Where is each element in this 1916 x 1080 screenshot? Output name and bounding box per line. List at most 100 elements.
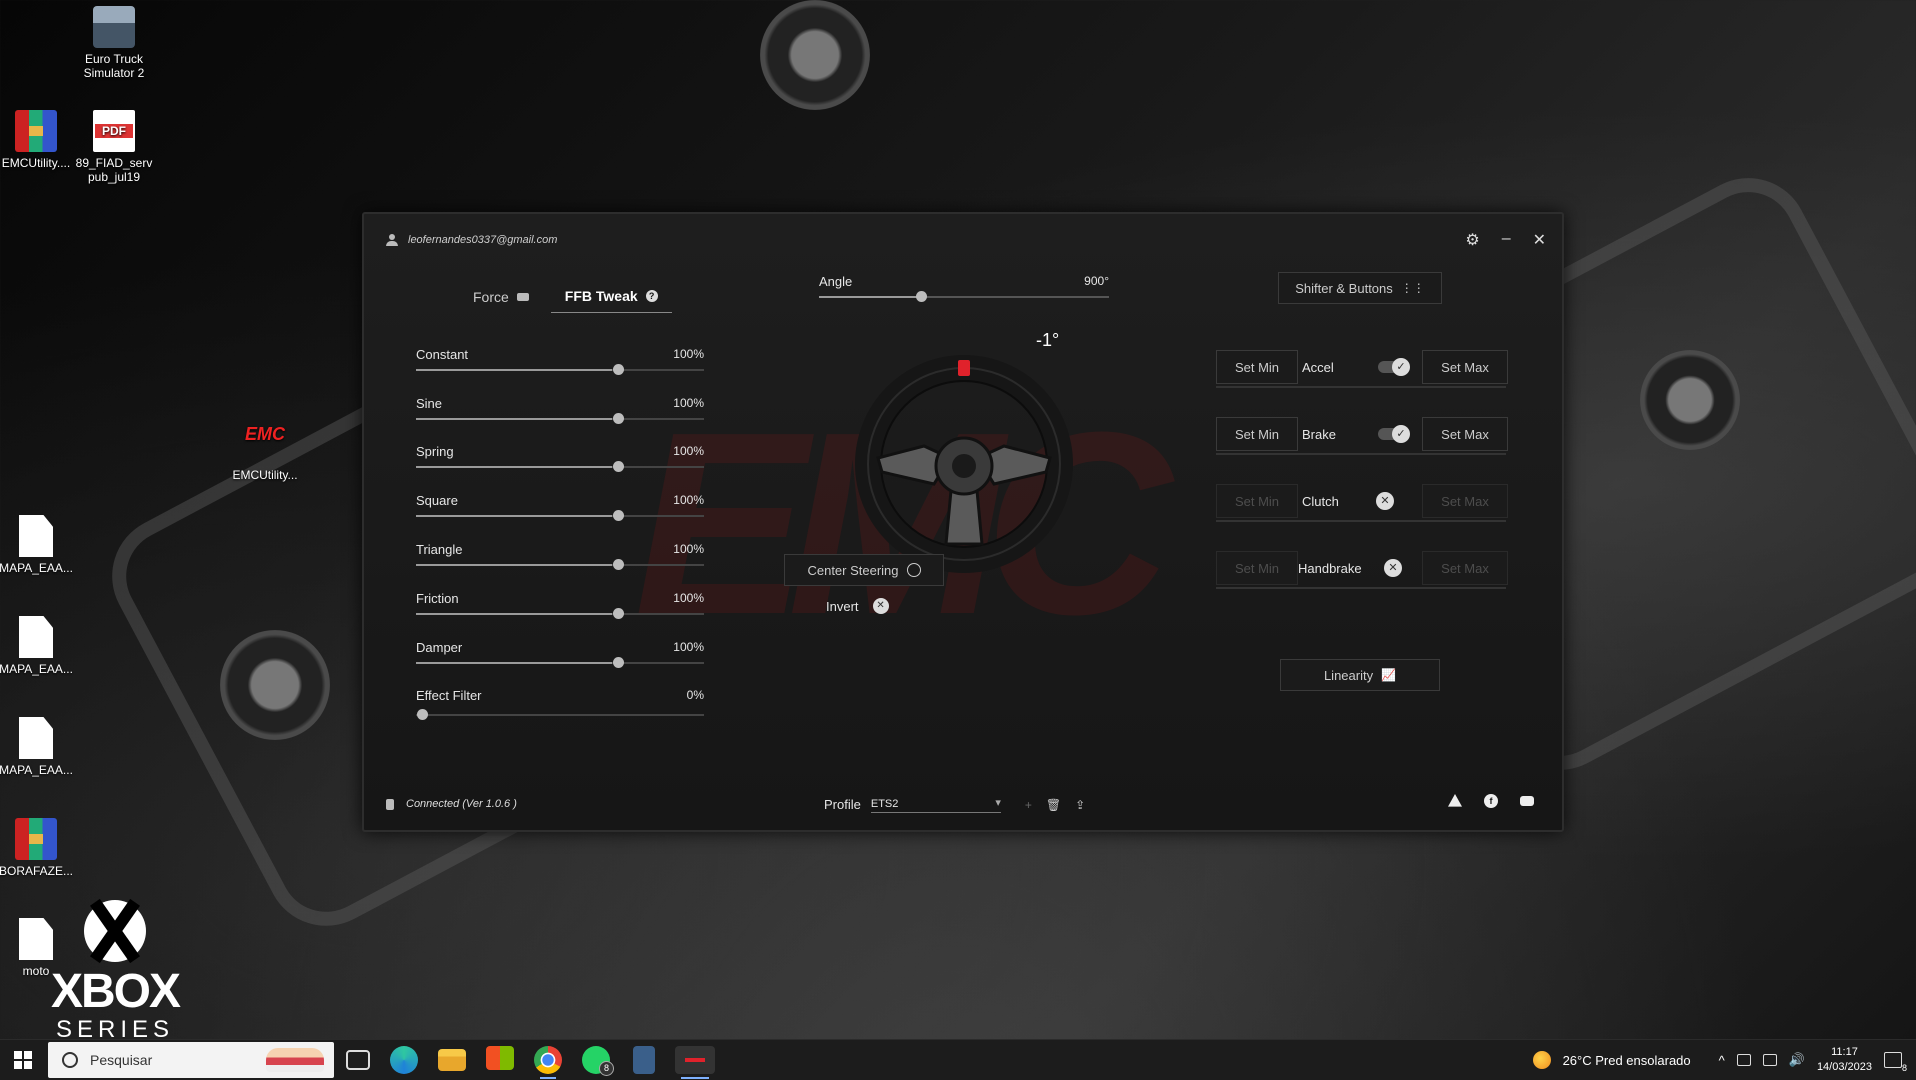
chrome-icon[interactable] bbox=[534, 1046, 562, 1079]
store-icon[interactable] bbox=[486, 1046, 514, 1070]
steering-wheel-icon bbox=[855, 355, 1073, 573]
desktop-icon-ets2[interactable]: Euro Truck Simulator 2 bbox=[74, 6, 154, 80]
slider-sine: Sine 100% bbox=[416, 396, 704, 436]
trash-icon[interactable]: 🗑 bbox=[1046, 798, 1061, 812]
slider-track[interactable] bbox=[416, 608, 704, 619]
desktop-icon-pdf[interactable]: PDF 89_FIAD_serv pub_jul19 bbox=[74, 110, 154, 184]
brake-set-max-button[interactable]: Set Max bbox=[1422, 417, 1508, 451]
slider-thumb[interactable] bbox=[612, 657, 624, 668]
desktop-icon-emcutility-archive[interactable]: EMCUtility.... bbox=[0, 110, 76, 170]
slider-track[interactable] bbox=[416, 364, 704, 375]
connection-status: Connected (Ver 1.0.6 ) bbox=[386, 798, 517, 810]
profile-bar: Profile ETS2 + 🗑 ⇪ bbox=[824, 796, 1085, 813]
minimize-button[interactable]: – bbox=[1502, 230, 1511, 250]
truck-icon bbox=[93, 6, 135, 48]
center-steering-button[interactable]: Center Steering bbox=[784, 554, 944, 586]
xbox-logo-icon bbox=[84, 900, 146, 962]
file-icon bbox=[19, 717, 53, 759]
emc-logo-icon: EMC bbox=[245, 424, 285, 444]
handbrake-set-min-button[interactable]: Set Min bbox=[1216, 551, 1298, 585]
slider-track[interactable] bbox=[416, 657, 704, 668]
user-account: leofernandes0337@gmail.com bbox=[386, 234, 557, 246]
taskbar-apps: 8 bbox=[346, 1046, 715, 1079]
camera-icon[interactable] bbox=[1736, 1054, 1751, 1066]
task-view-icon[interactable] bbox=[346, 1050, 370, 1070]
pedal-row-accel: Set Min Accel ✓ Set Max bbox=[1216, 350, 1508, 388]
handbrake-toggle[interactable]: ✕ bbox=[1384, 559, 1414, 577]
close-icon: ✕ bbox=[1384, 559, 1402, 577]
slider-thumb[interactable] bbox=[612, 461, 624, 472]
accel-set-min-button[interactable]: Set Min bbox=[1216, 350, 1298, 384]
chevron-up-icon[interactable]: ^ bbox=[1719, 1053, 1725, 1068]
handbrake-set-max-button[interactable]: Set Max bbox=[1422, 551, 1508, 585]
desktop-icon-emcutility-shortcut[interactable]: EMC EMCUtility... bbox=[225, 422, 305, 482]
youtube-icon[interactable] bbox=[1520, 796, 1534, 806]
slider-track[interactable] bbox=[416, 461, 704, 472]
desktop-icon-label: Euro Truck Simulator 2 bbox=[83, 52, 145, 80]
desktop-icon-mapa-1[interactable]: MAPA_EAA... bbox=[0, 515, 76, 575]
shifter-buttons-button[interactable]: Shifter & Buttons ⋮⋮ bbox=[1278, 272, 1442, 304]
whatsapp-icon[interactable]: 8 bbox=[582, 1046, 614, 1076]
gear-icon[interactable]: ⚙ bbox=[1465, 230, 1479, 250]
emc-utility-taskbar-icon[interactable] bbox=[675, 1046, 715, 1079]
desktop-icon-label: BORAFAZE... bbox=[0, 864, 73, 878]
facebook-icon[interactable]: f bbox=[1484, 794, 1498, 808]
slider-thumb[interactable] bbox=[416, 709, 428, 720]
whatsapp-badge: 8 bbox=[599, 1061, 614, 1076]
tab-force[interactable]: Force bbox=[459, 280, 543, 313]
wallpaper-knob bbox=[220, 630, 330, 740]
linearity-button[interactable]: Linearity 📈 bbox=[1280, 659, 1440, 691]
slider-thumb[interactable] bbox=[612, 559, 624, 570]
clock[interactable]: 11:17 14/03/2023 bbox=[1817, 1045, 1872, 1075]
center-steering-icon bbox=[906, 563, 921, 577]
desktop-icon-label: MAPA_EAA... bbox=[0, 561, 73, 575]
grid-icon: ⋮⋮ bbox=[1400, 281, 1425, 295]
weather-text[interactable]: 26°C Pred ensolarado bbox=[1563, 1053, 1691, 1068]
network-icon[interactable] bbox=[1762, 1054, 1777, 1066]
brake-toggle[interactable]: ✓ bbox=[1378, 425, 1410, 443]
tab-ffb-tweak[interactable]: FFB Tweak ? bbox=[550, 280, 672, 313]
slider-thumb[interactable] bbox=[915, 291, 927, 302]
desktop-icon-label: 89_FIAD_serv pub_jul19 bbox=[75, 156, 153, 184]
add-icon[interactable]: + bbox=[1025, 798, 1032, 812]
emc-utility-window: EMC leofernandes0337@gmail.com ⚙ – ✕ For… bbox=[362, 212, 1564, 832]
clutch-set-max-button[interactable]: Set Max bbox=[1422, 484, 1508, 518]
system-tray: 26°C Pred ensolarado ^ 🔊 11:17 14/03/202… bbox=[1532, 1040, 1907, 1080]
desktop-icon-mapa-2[interactable]: MAPA_EAA... bbox=[0, 616, 76, 676]
motor-icon bbox=[516, 292, 529, 301]
calculator-icon[interactable] bbox=[633, 1046, 655, 1074]
steering-degrees: -1° bbox=[1036, 330, 1060, 350]
slider-constant: Constant 100% bbox=[416, 347, 704, 387]
invert-toggle[interactable]: ✕ bbox=[872, 598, 889, 614]
slider-track[interactable] bbox=[416, 559, 704, 570]
desktop-icon-borafaze[interactable]: BORAFAZE... bbox=[0, 818, 76, 878]
slider-track[interactable] bbox=[416, 510, 704, 521]
taskbar: Pesquisar 8 26°C Pred ensolarado ^ 🔊 11:… bbox=[0, 1039, 1916, 1080]
taskbar-search[interactable]: Pesquisar bbox=[48, 1042, 334, 1078]
notification-icon[interactable]: 8 bbox=[1884, 1052, 1907, 1073]
slider-track[interactable] bbox=[416, 709, 704, 720]
accel-toggle[interactable]: ✓ bbox=[1378, 358, 1410, 376]
drive-icon[interactable] bbox=[1448, 794, 1462, 807]
slider-track[interactable] bbox=[416, 413, 704, 424]
slider-damper: Damper 100% bbox=[416, 640, 704, 680]
slider-thumb[interactable] bbox=[612, 510, 624, 521]
slider-track[interactable] bbox=[819, 291, 1109, 302]
slider-square: Square 100% bbox=[416, 493, 704, 533]
file-explorer-icon[interactable] bbox=[438, 1049, 466, 1071]
accel-set-max-button[interactable]: Set Max bbox=[1422, 350, 1508, 384]
slider-thumb[interactable] bbox=[612, 413, 624, 424]
volume-icon[interactable]: 🔊 bbox=[1789, 1052, 1805, 1068]
desktop-icon-mapa-3[interactable]: MAPA_EAA... bbox=[0, 717, 76, 777]
slider-thumb[interactable] bbox=[612, 608, 624, 619]
brake-set-min-button[interactable]: Set Min bbox=[1216, 417, 1298, 451]
clutch-set-min-button[interactable]: Set Min bbox=[1216, 484, 1298, 518]
profile-select[interactable]: ETS2 bbox=[870, 796, 1001, 813]
pedal-row-handbrake: Set Min Handbrake ✕ Set Max bbox=[1216, 551, 1508, 589]
slider-thumb[interactable] bbox=[612, 364, 624, 375]
clutch-toggle[interactable]: ✕ bbox=[1376, 492, 1406, 510]
edge-icon[interactable] bbox=[390, 1046, 418, 1074]
close-button[interactable]: ✕ bbox=[1533, 230, 1546, 250]
windows-start-button[interactable] bbox=[14, 1051, 32, 1069]
upload-icon[interactable]: ⇪ bbox=[1075, 798, 1085, 812]
